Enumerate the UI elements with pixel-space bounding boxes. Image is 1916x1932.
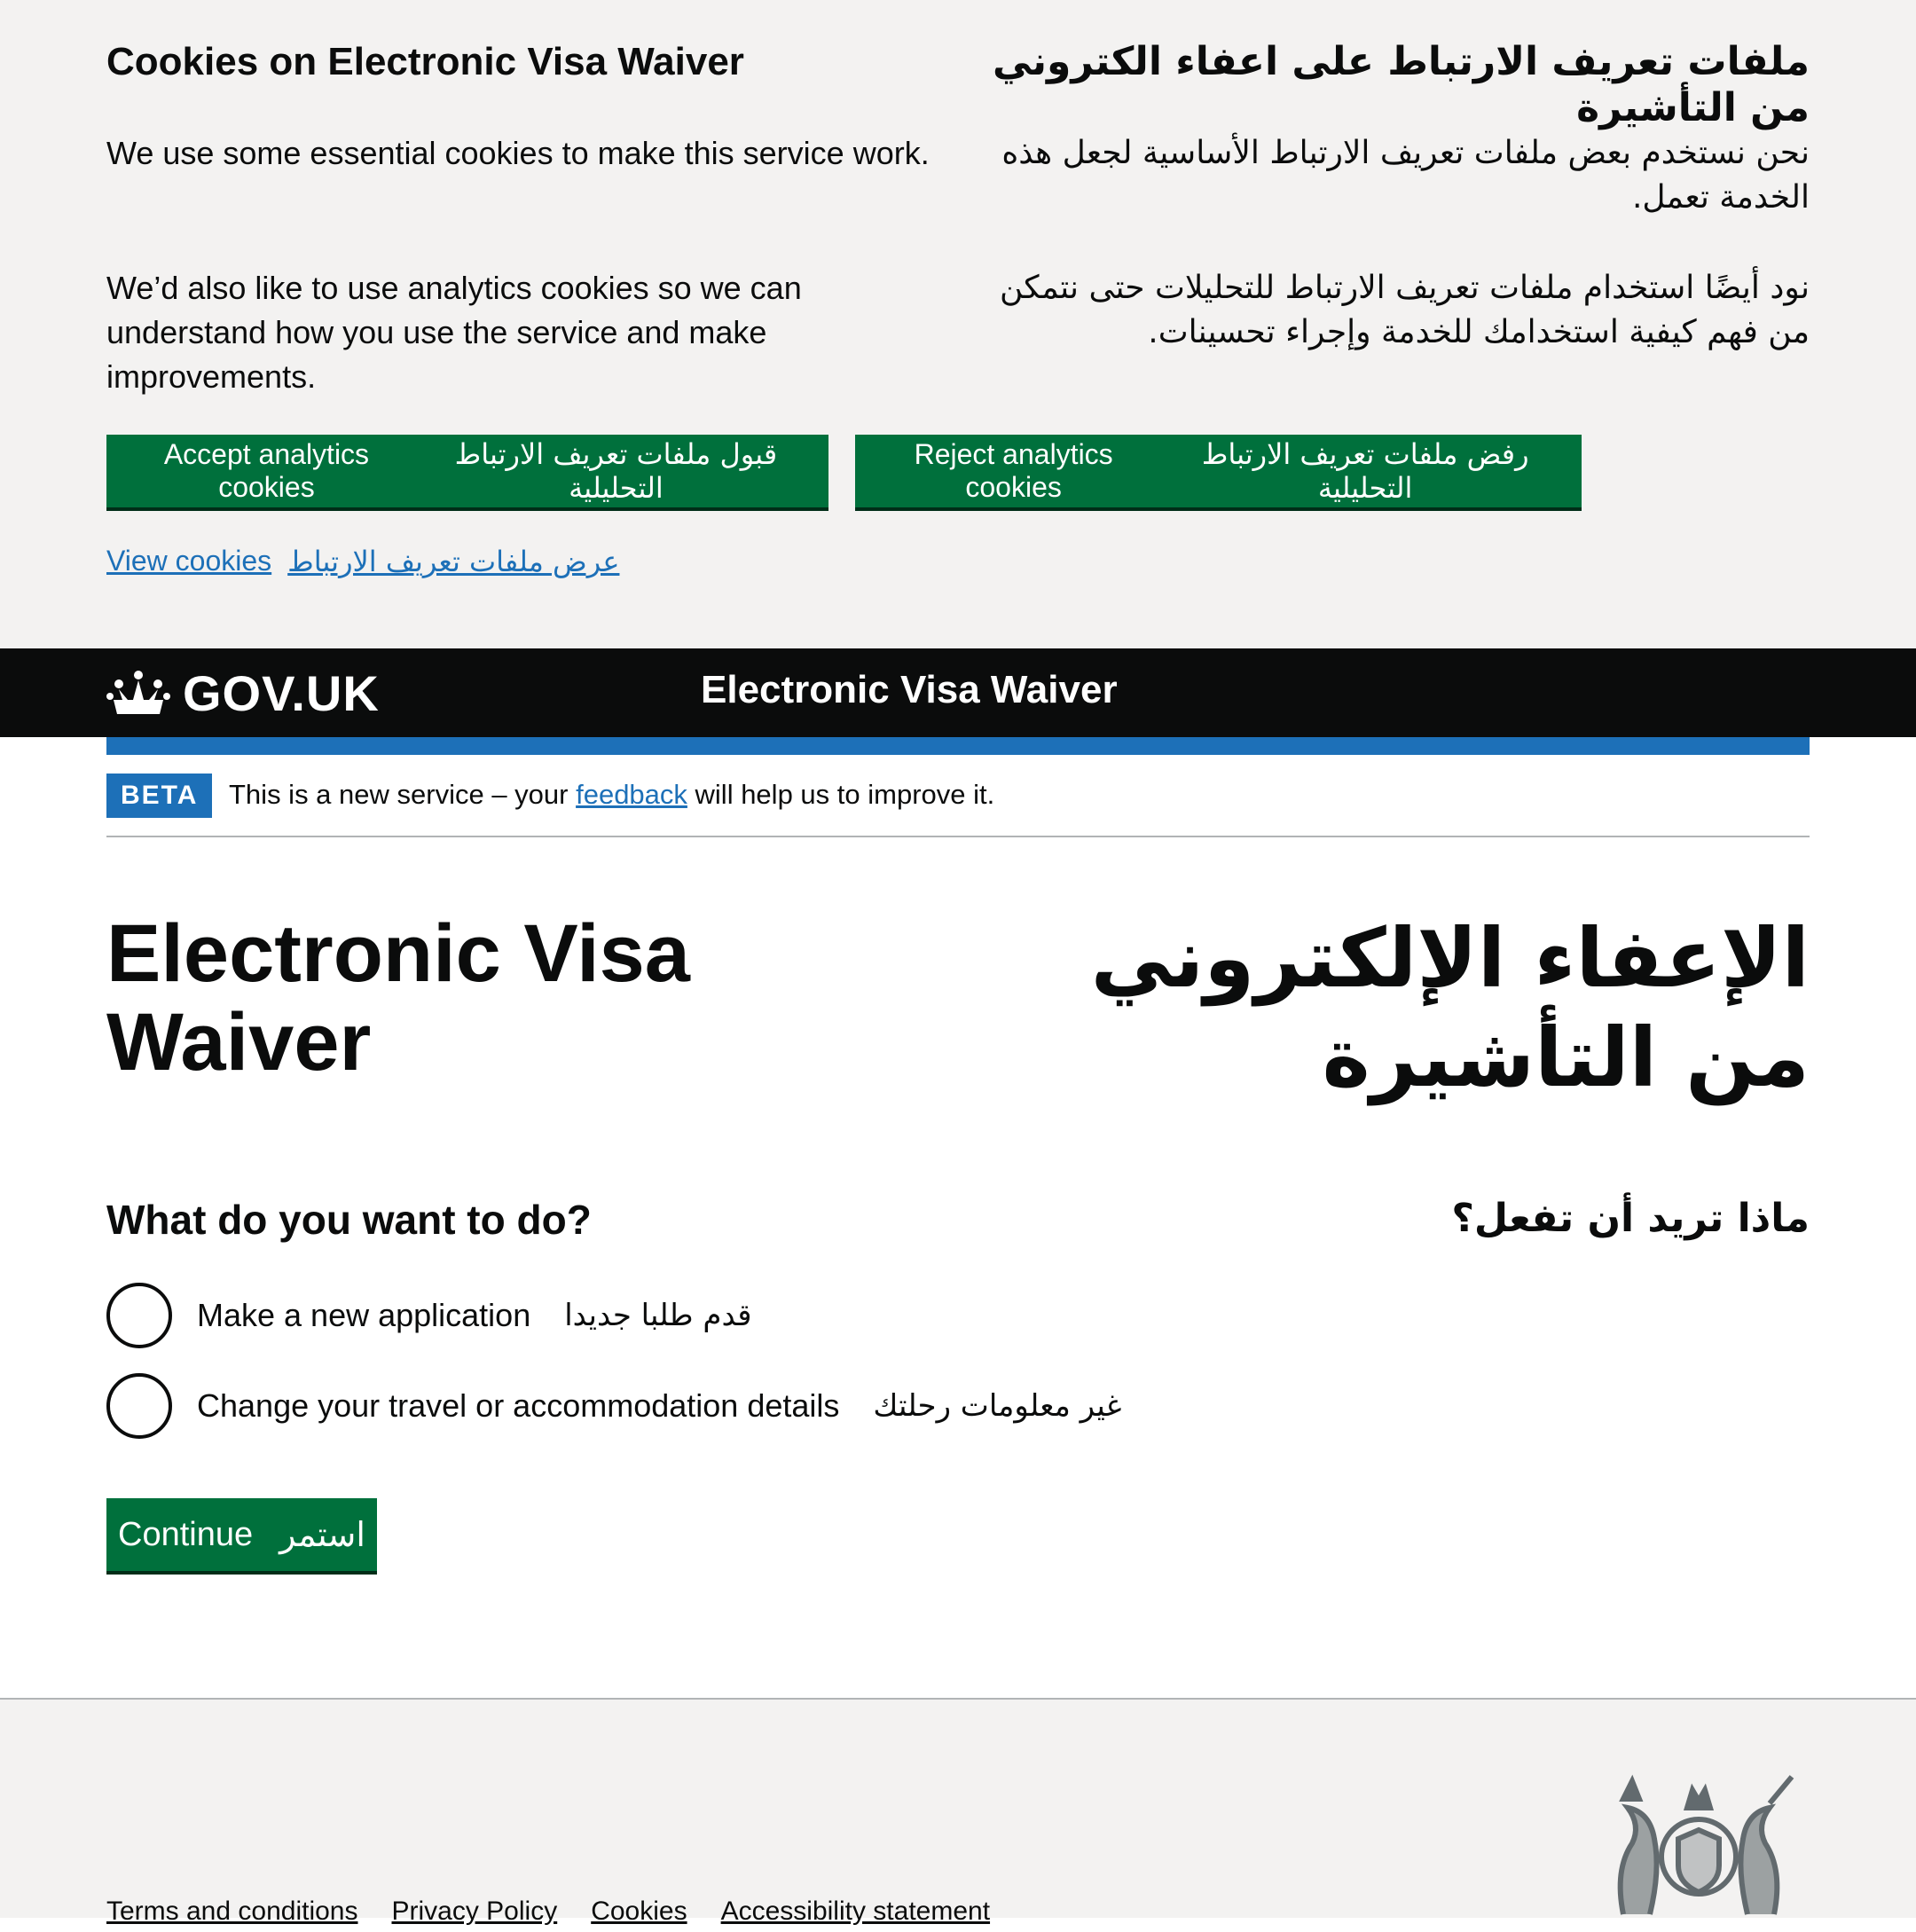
view-cookies-link-ar[interactable]: عرض ملفات تعريف الارتباط (287, 545, 619, 578)
footer-link-cookies[interactable]: Cookies (591, 1897, 687, 1927)
footer-link-privacy[interactable]: Privacy Policy (391, 1897, 557, 1927)
cookie-banner: Cookies on Electronic Visa Waiver We use… (0, 0, 1916, 648)
accept-label-en: Accept analytics cookies (163, 438, 370, 503)
cookie-essential-text-en: We use some essential cookies to make th… (106, 135, 930, 171)
header-blue-stripe (106, 737, 1810, 755)
cookie-heading-ar: ملفات تعريف الارتباط على اعفاء الكتروني … (993, 39, 1810, 130)
continue-label-en: Continue (118, 1515, 254, 1553)
crown-icon (106, 670, 170, 714)
footer-link-accessibility[interactable]: Accessibility statement (721, 1897, 990, 1927)
reject-analytics-cookies-button[interactable]: Reject analytics cookies رفض ملفات تعريف… (855, 435, 1582, 507)
view-cookies-links: View cookies عرض ملفات تعريف الارتباط (106, 545, 619, 578)
radio-new-application[interactable]: Make a new application قدم طلبا جديدا (106, 1283, 752, 1348)
phase-banner: BETA This is a new service – your feedba… (106, 774, 1810, 837)
royal-coat-of-arms-icon (1617, 1774, 1794, 1915)
radio-label-ar: قدم طلبا جديدا (564, 1298, 752, 1333)
radio-change-details[interactable]: Change your travel or accommodation deta… (106, 1373, 1121, 1439)
service-name-link[interactable]: Electronic Visa Waiver (701, 668, 1118, 712)
reject-label-en: Reject analytics cookies (914, 438, 1113, 503)
cookie-heading-en: Cookies on Electronic Visa Waiver (106, 40, 744, 83)
reject-label-ar: رفض ملفات تعريف الارتباط التحليلية (1201, 437, 1529, 505)
radio-circle[interactable] (106, 1373, 172, 1439)
cookie-analytics-text-ar: نود أيضًا استخدام ملفات تعريف الارتباط ل… (1000, 270, 1810, 350)
cookie-essential-text-ar: نحن نستخدم بعض ملفات تعريف الارتباط الأس… (1001, 135, 1810, 216)
view-cookies-link-en[interactable]: View cookies (106, 545, 271, 578)
accept-label-ar: قبول ملفات تعريف الارتباط التحليلية (454, 437, 778, 505)
cookie-analytics-text-en: We’d also like to use analytics cookies … (106, 270, 802, 395)
accept-analytics-cookies-button[interactable]: Accept analytics cookies قبول ملفات تعري… (106, 435, 828, 507)
radio-circle[interactable] (106, 1283, 172, 1348)
continue-label-ar: استمر (279, 1515, 365, 1554)
site-header: GOV.UK Electronic Visa Waiver (0, 648, 1916, 737)
phase-text-before: This is a new service – your (229, 779, 577, 810)
site-footer: Terms and conditions Privacy Policy Cook… (0, 1698, 1916, 1926)
phase-banner-text: This is a new service – your feedback wi… (229, 779, 994, 811)
footer-links: Terms and conditions Privacy Policy Cook… (106, 1897, 990, 1927)
govuk-logo-link[interactable]: GOV.UK (106, 664, 380, 722)
question-heading-ar: ماذا تريد أن تفعل؟ (1451, 1196, 1810, 1241)
phase-text-after: will help us to improve it. (687, 779, 995, 810)
question-heading-en: What do you want to do? (106, 1197, 592, 1243)
page-title-ar: الإعفاء الإلكتروني من التأشيرة (1090, 911, 1810, 1105)
radio-label-ar: غير معلومات رحلتك (873, 1388, 1122, 1424)
page-title-en: Electronic Visa Waiver (106, 908, 690, 1088)
radio-label-en: Make a new application (197, 1297, 531, 1333)
radio-label-en: Change your travel or accommodation deta… (197, 1387, 840, 1424)
footer-link-terms[interactable]: Terms and conditions (106, 1897, 357, 1927)
continue-button[interactable]: Continue استمر (106, 1498, 377, 1571)
feedback-link[interactable]: feedback (576, 779, 687, 810)
beta-tag: BETA (106, 774, 213, 818)
govuk-logo-text: GOV.UK (183, 665, 380, 721)
